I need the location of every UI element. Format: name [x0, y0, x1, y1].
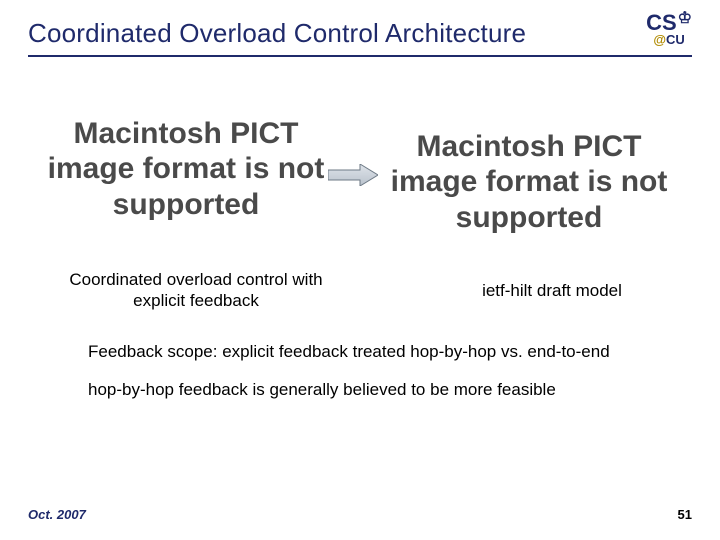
- pict-placeholder-left: Macintosh PICT image format is not suppo…: [46, 116, 326, 222]
- logo-bottom-row: @CU: [653, 33, 684, 46]
- slide-content: Macintosh PICT image format is not suppo…: [0, 57, 720, 400]
- body-line-1: Feedback scope: explicit feedback treate…: [88, 342, 672, 362]
- crown-icon: ♔: [678, 11, 692, 27]
- footer-page-number: 51: [678, 507, 692, 522]
- logo-top-row: CS ♔: [646, 12, 692, 34]
- footer-date: Oct. 2007: [28, 507, 86, 522]
- body-line-2: hop-by-hop feedback is generally believe…: [88, 380, 672, 400]
- body-text: Feedback scope: explicit feedback treate…: [28, 342, 692, 400]
- pict-placeholder-right: Macintosh PICT image format is not suppo…: [384, 129, 674, 235]
- logo: CS ♔ @CU: [646, 12, 692, 46]
- arrow-icon: [328, 164, 378, 186]
- logo-at: @: [653, 32, 666, 47]
- caption-right: ietf-hilt draft model: [422, 281, 682, 312]
- logo-cs: CS: [646, 12, 677, 34]
- slide-title: Coordinated Overload Control Architectur…: [28, 18, 646, 49]
- slide-header: Coordinated Overload Control Architectur…: [0, 0, 720, 49]
- placeholder-row: Macintosh PICT image format is not suppo…: [28, 103, 692, 235]
- caption-left: Coordinated overload control with explic…: [46, 269, 346, 312]
- logo-cu: CU: [666, 32, 685, 47]
- captions-row: Coordinated overload control with explic…: [46, 269, 682, 312]
- slide-footer: Oct. 2007 51: [28, 507, 692, 522]
